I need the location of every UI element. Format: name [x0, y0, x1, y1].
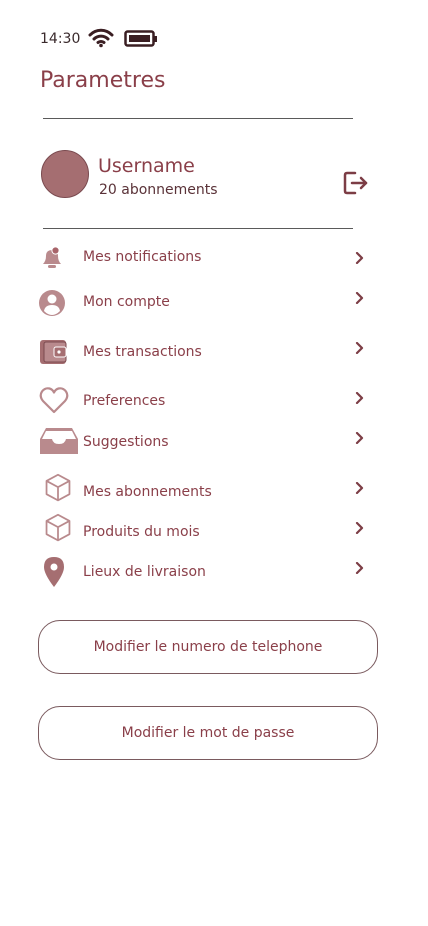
- menu-item-preferences[interactable]: Preferences: [0, 384, 428, 420]
- menu-label-monthly-products: Produits du mois: [83, 524, 200, 540]
- menu-label-notifications: Mes notifications: [83, 249, 202, 265]
- menu-item-monthly-products[interactable]: Produits du mois: [0, 512, 428, 548]
- chevron-right-icon: [355, 252, 364, 264]
- chevron-right-icon: [355, 522, 364, 534]
- chevron-right-icon: [355, 562, 364, 574]
- inbox-icon: [40, 428, 78, 454]
- change-password-button[interactable]: Modifier le mot de passe: [38, 706, 378, 760]
- location-pin-icon: [44, 557, 64, 587]
- logout-icon[interactable]: [342, 170, 370, 196]
- menu-label-transactions: Mes transactions: [83, 344, 202, 360]
- menu-item-subscriptions[interactable]: Mes abonnements: [0, 472, 428, 508]
- menu-item-suggestions[interactable]: Suggestions: [0, 424, 428, 460]
- bell-icon: [43, 246, 61, 268]
- menu-item-account[interactable]: Mon compte: [0, 285, 428, 321]
- chevron-right-icon: [355, 482, 364, 494]
- heart-icon: [39, 387, 69, 414]
- menu-label-suggestions: Suggestions: [83, 434, 169, 450]
- menu-item-delivery-locations[interactable]: Lieux de livraison: [0, 554, 428, 590]
- page-title: Parametres: [40, 68, 166, 93]
- chevron-right-icon: [355, 342, 364, 354]
- chevron-right-icon: [355, 292, 364, 304]
- menu-item-notifications[interactable]: Mes notifications: [0, 240, 428, 276]
- box-icon: [45, 473, 71, 502]
- chevron-right-icon: [355, 432, 364, 444]
- divider-bottom: [43, 228, 353, 229]
- profile-followers: 20 abonnements: [99, 182, 218, 198]
- avatar[interactable]: [41, 150, 89, 198]
- status-time: 14:30: [40, 31, 81, 47]
- profile-username: Username: [98, 155, 195, 177]
- wallet-icon: [40, 340, 67, 364]
- wifi-icon: [88, 28, 114, 48]
- battery-icon: [124, 30, 157, 47]
- change-phone-button[interactable]: Modifier le numero de telephone: [38, 620, 378, 674]
- menu-item-transactions[interactable]: Mes transactions: [0, 334, 428, 370]
- menu-label-delivery-locations: Lieux de livraison: [83, 564, 206, 580]
- chevron-right-icon: [355, 392, 364, 404]
- divider-top: [43, 118, 353, 119]
- menu-label-subscriptions: Mes abonnements: [83, 484, 212, 500]
- menu-label-preferences: Preferences: [83, 393, 166, 409]
- menu-label-account: Mon compte: [83, 294, 170, 310]
- account-icon: [39, 290, 65, 316]
- box-icon: [45, 513, 71, 542]
